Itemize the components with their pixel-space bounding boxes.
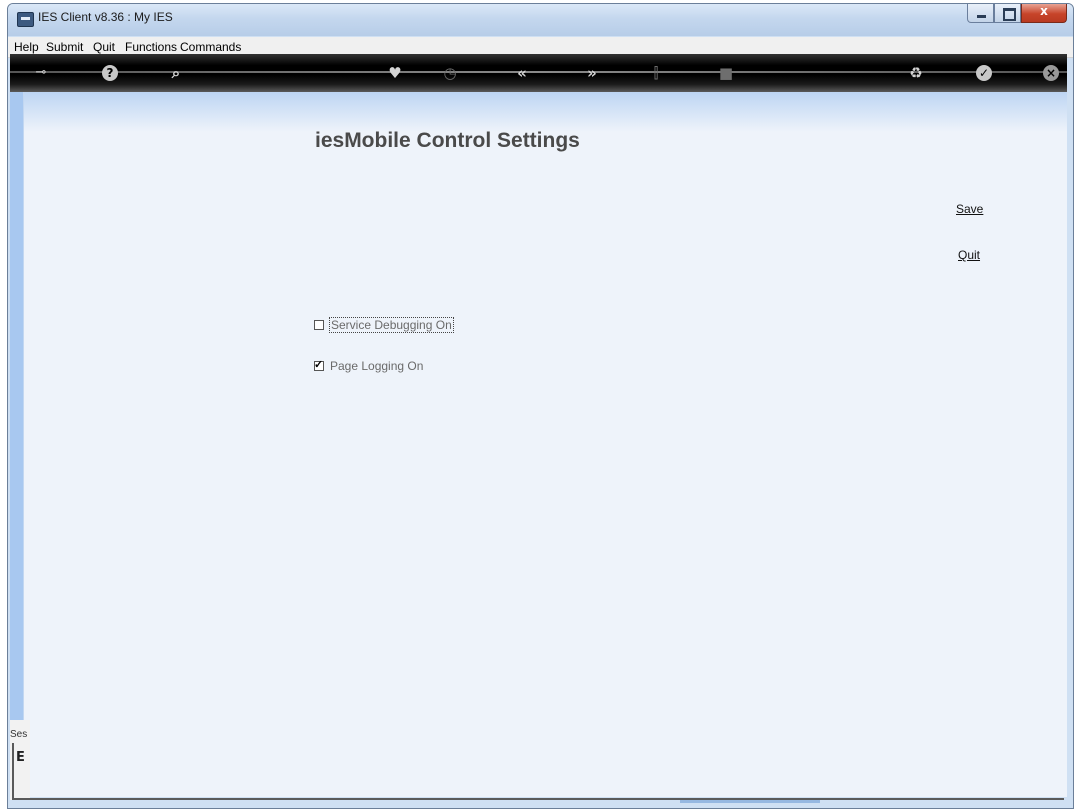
recycle-icon[interactable]: ♻: [906, 63, 926, 83]
page-title: iesMobile Control Settings: [315, 129, 580, 152]
stop-icon[interactable]: ■: [716, 63, 736, 83]
status-glyph: E: [16, 750, 25, 765]
close-x-icon: x: [1040, 4, 1048, 18]
page-logging-option[interactable]: ✓ Page Logging On: [314, 359, 423, 373]
minimize-button[interactable]: [967, 4, 994, 23]
main-content: [10, 92, 1067, 797]
tools-icon[interactable]: ⫿: [646, 63, 666, 83]
service-debugging-label[interactable]: Service Debugging On: [329, 317, 454, 333]
page-logging-label[interactable]: Page Logging On: [330, 359, 423, 373]
checkmark-icon: ✓: [314, 359, 324, 371]
back-icon[interactable]: «: [512, 63, 532, 83]
save-link[interactable]: Save: [956, 202, 983, 216]
menu-quit[interactable]: Quit: [93, 40, 115, 54]
session-label: Ses: [10, 729, 28, 740]
search-icon[interactable]: ⌕: [166, 63, 186, 83]
window-controls: x: [967, 4, 1067, 24]
help-icon[interactable]: ?: [102, 65, 118, 81]
status-divider-vertical: [12, 743, 14, 799]
title-bar[interactable]: IES Client v8.36 : My IES x: [8, 4, 1073, 36]
left-sidebar: [10, 92, 24, 797]
content-header-glow: [10, 92, 1067, 132]
window-title: IES Client v8.36 : My IES: [38, 10, 173, 24]
maximize-button[interactable]: [994, 4, 1021, 23]
service-debugging-checkbox[interactable]: [314, 320, 324, 330]
close-icon[interactable]: ×: [1043, 65, 1059, 81]
menu-help[interactable]: Help: [14, 40, 39, 54]
key-icon[interactable]: ⊸: [28, 63, 54, 83]
service-debugging-option[interactable]: Service Debugging On: [314, 317, 454, 333]
bottom-accent-bar: [680, 800, 820, 803]
clock-icon[interactable]: ◷: [440, 63, 460, 83]
toolbar: ⊸ ? ⌕ ♥ ◷ « » ⫿ ■ ♻ ✓ ×: [10, 54, 1067, 92]
menu-functions[interactable]: Functions: [125, 40, 177, 54]
status-divider: [12, 798, 1064, 800]
close-window-button[interactable]: x: [1021, 4, 1067, 23]
check-icon[interactable]: ✓: [976, 65, 992, 81]
menu-commands[interactable]: Commands: [180, 40, 241, 54]
quit-link[interactable]: Quit: [958, 248, 980, 262]
heart-icon[interactable]: ♥: [385, 63, 405, 83]
page-logging-checkbox[interactable]: ✓: [314, 359, 324, 371]
app-icon[interactable]: [17, 12, 34, 27]
forward-icon[interactable]: »: [582, 63, 602, 83]
menu-submit[interactable]: Submit: [46, 40, 83, 54]
